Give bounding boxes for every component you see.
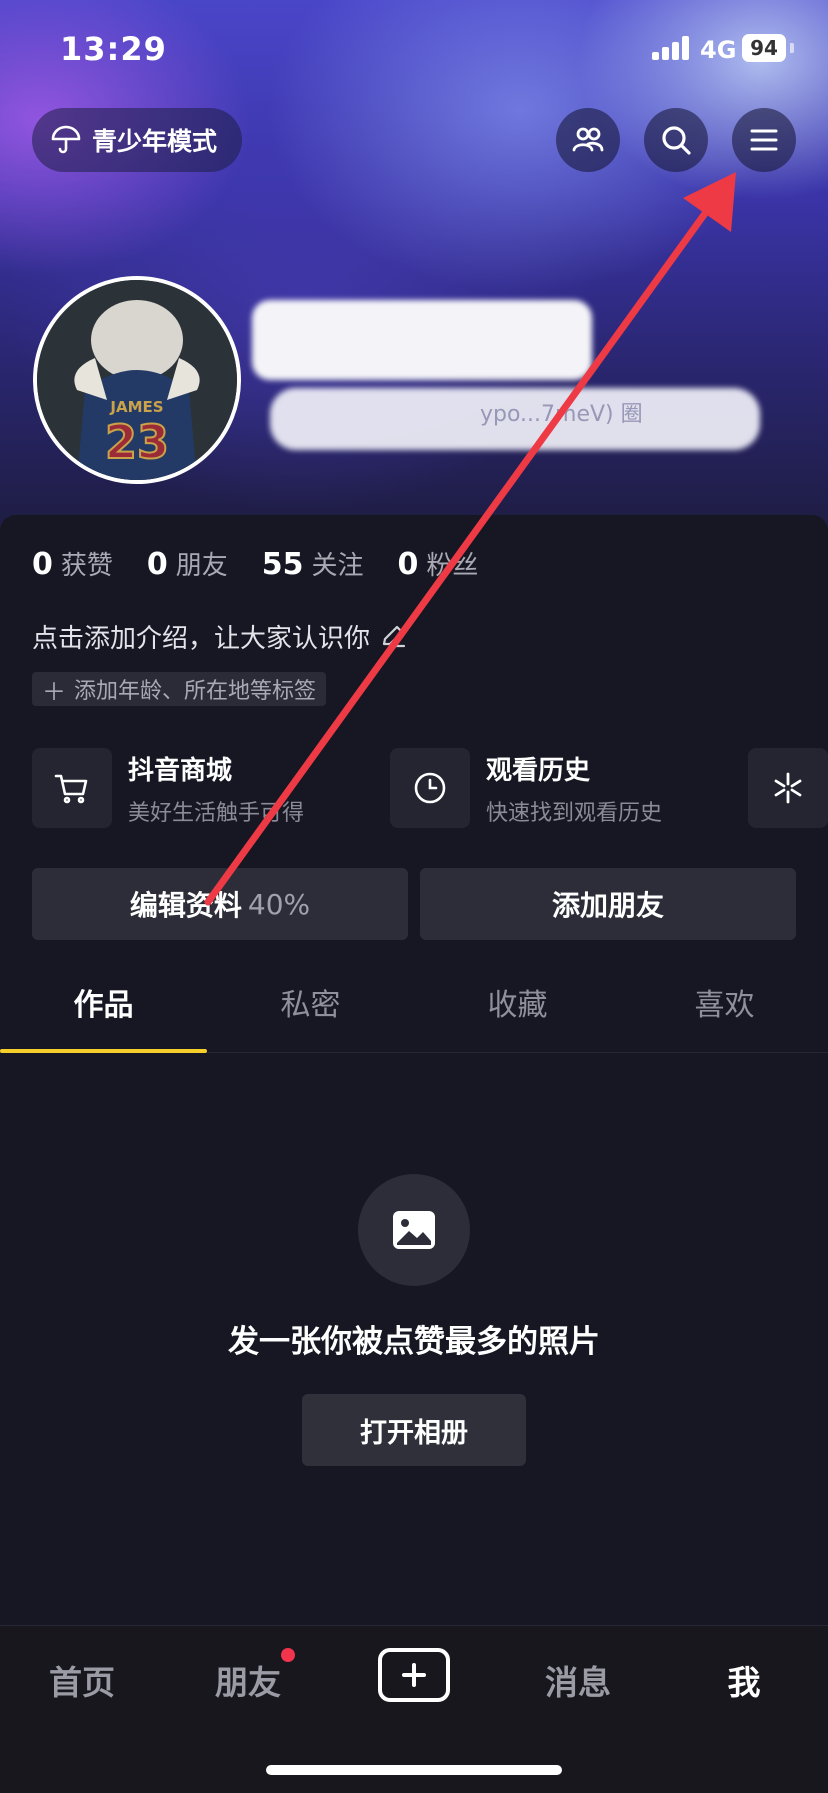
service-title: 观看历史 xyxy=(486,755,591,786)
teen-mode-label: 青少年模式 xyxy=(92,127,218,156)
edit-pencil-icon xyxy=(382,625,406,647)
nav-me[interactable]: 我 xyxy=(684,1656,804,1704)
service-history[interactable]: 观看历史 快速找到观看历史 xyxy=(390,748,662,828)
clock-icon xyxy=(390,748,470,828)
people-icon xyxy=(572,127,604,152)
avatar-image: JAMES 23 xyxy=(37,280,237,480)
tab-likes[interactable]: 喜欢 xyxy=(621,960,828,1052)
service-shop[interactable]: 抖音商城 美好生活触手可得 xyxy=(32,748,304,828)
plus-icon xyxy=(402,1663,426,1687)
status-bar: 13:29 4G 94 xyxy=(0,0,828,100)
stat-likes[interactable]: 0 获赞 xyxy=(32,545,113,582)
nav-home[interactable]: 首页 xyxy=(22,1656,142,1704)
network-type: 4G xyxy=(700,36,737,64)
avatar[interactable]: JAMES 23 xyxy=(33,276,241,484)
hamburger-menu-icon xyxy=(750,129,778,151)
status-time: 13:29 xyxy=(60,30,167,68)
nav-messages[interactable]: 消息 xyxy=(518,1656,638,1704)
add-tags-button[interactable]: ＋ 添加年龄、所在地等标签 xyxy=(32,672,327,706)
open-album-button[interactable]: 打开相册 xyxy=(302,1394,526,1466)
sparkle-icon xyxy=(748,748,828,828)
cart-icon xyxy=(32,748,112,828)
menu-button[interactable] xyxy=(732,108,796,172)
username-redacted xyxy=(252,300,592,380)
friends-button[interactable] xyxy=(556,108,620,172)
stat-followers[interactable]: 0 粉丝 xyxy=(398,545,479,582)
stats-row: 0 获赞 0 朋友 55 关注 0 粉丝 xyxy=(32,545,512,582)
image-icon xyxy=(358,1174,470,1286)
stat-value: 0 xyxy=(146,547,168,582)
stat-label: 关注 xyxy=(311,551,364,581)
notification-dot xyxy=(281,1648,295,1662)
edit-profile-progress: 40% xyxy=(247,887,311,921)
stat-label: 获赞 xyxy=(60,551,113,581)
bio-placeholder: 点击添加介绍，让大家认识你 xyxy=(32,624,371,654)
service-subtitle: 美好生活触手可得 xyxy=(128,800,305,826)
empty-state-text: 发一张你被点赞最多的照片 xyxy=(228,1324,600,1360)
service-more[interactable] xyxy=(748,748,828,828)
service-subtitle: 快速找到观看历史 xyxy=(486,800,663,826)
tab-private[interactable]: 私密 xyxy=(207,960,414,1052)
create-button[interactable] xyxy=(378,1648,450,1702)
bio-field[interactable]: 点击添加介绍，让大家认识你 xyxy=(32,618,408,655)
add-tags-label: 添加年龄、所在地等标签 xyxy=(74,679,317,704)
tab-works[interactable]: 作品 xyxy=(0,960,207,1053)
stat-friends[interactable]: 0 朋友 xyxy=(147,545,228,582)
signal-icon xyxy=(652,36,692,60)
service-title: 抖音商城 xyxy=(128,755,233,786)
avatar-jersey-number: 23 xyxy=(105,415,169,469)
home-indicator xyxy=(266,1765,562,1775)
stat-value: 55 xyxy=(261,547,304,582)
umbrella-icon xyxy=(51,125,81,154)
search-icon xyxy=(662,126,691,155)
plus-icon: ＋ xyxy=(42,677,66,706)
edit-profile-label: 编辑资料 xyxy=(129,889,242,922)
tab-favorites[interactable]: 收藏 xyxy=(414,960,621,1052)
content-tabs: 作品 私密 收藏 喜欢 xyxy=(0,960,828,1053)
stat-value: 0 xyxy=(397,547,419,582)
stat-value: 0 xyxy=(32,547,53,582)
handle-fragment: ypo...7meV) 圈 xyxy=(480,402,643,427)
add-friend-label: 添加朋友 xyxy=(551,889,664,922)
stat-following[interactable]: 55 关注 xyxy=(262,545,364,582)
add-friend-button[interactable]: 添加朋友 xyxy=(420,868,796,940)
nav-friends[interactable]: 朋友 xyxy=(188,1656,308,1704)
battery-tip xyxy=(790,43,794,53)
stat-label: 粉丝 xyxy=(426,551,479,581)
edit-profile-button[interactable]: 编辑资料 40% xyxy=(32,868,408,940)
battery-icon: 94 xyxy=(742,34,786,62)
avatar-jersey-name: JAMES xyxy=(109,398,163,416)
teen-mode-button[interactable]: 青少年模式 xyxy=(32,108,242,172)
search-button[interactable] xyxy=(644,108,708,172)
stat-label: 朋友 xyxy=(175,551,228,581)
